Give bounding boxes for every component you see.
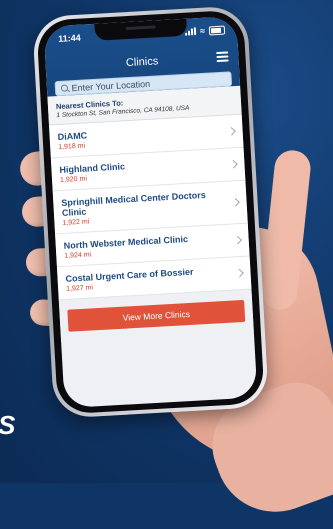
speaker-grille [125, 25, 156, 31]
phone-device: 11:44 ≈ Clinics Nea [31, 5, 270, 419]
promo-text-fragment: S [0, 410, 16, 441]
chevron-right-icon [229, 160, 238, 169]
page-title: Clinics [125, 55, 159, 70]
battery-icon [208, 25, 226, 35]
view-more-clinics-button[interactable]: View More Clinics [67, 299, 246, 332]
search-icon [60, 84, 68, 92]
status-icons: ≈ [185, 25, 226, 36]
menu-icon[interactable] [216, 51, 229, 63]
phone-screen: 11:44 ≈ Clinics Nea [43, 15, 258, 409]
chevron-right-icon [227, 127, 236, 136]
chevron-right-icon [233, 235, 242, 245]
status-time: 11:44 [57, 32, 81, 44]
clinic-list: DiAMC 1,918 mi Highland Clinic 1,920 mi … [49, 114, 252, 301]
wifi-icon: ≈ [199, 25, 206, 36]
chevron-right-icon [235, 268, 244, 278]
signal-icon [185, 27, 197, 36]
chevron-right-icon [231, 197, 240, 207]
